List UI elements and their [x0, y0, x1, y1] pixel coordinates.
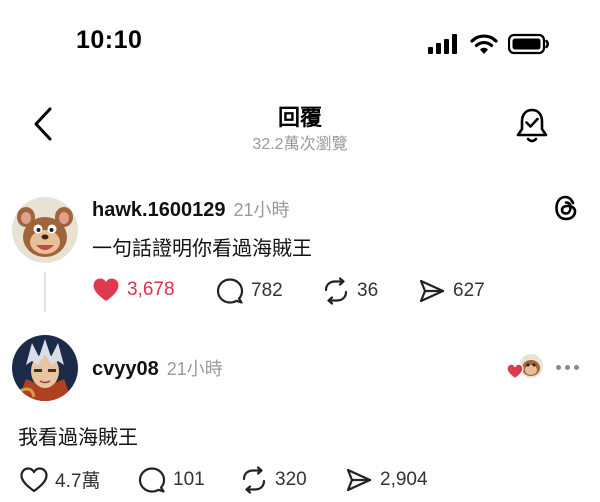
- status-icons: [428, 33, 550, 55]
- post-like-button[interactable]: 3,678: [92, 277, 175, 303]
- page-title: 回覆: [277, 105, 322, 130]
- reply-time: 21小時: [166, 359, 223, 379]
- avatar-image: [12, 197, 78, 263]
- author-liked-indicator: [506, 353, 544, 381]
- comment-icon: [138, 467, 166, 493]
- more-options-button[interactable]: [556, 365, 579, 370]
- heart-filled-icon: [506, 363, 524, 380]
- dot: [574, 365, 579, 370]
- dot: [565, 365, 570, 370]
- post-repost-count: 36: [357, 280, 379, 301]
- heart-icon: [20, 466, 48, 492]
- dot: [556, 365, 561, 370]
- reply-like-button[interactable]: 4.7萬: [20, 466, 100, 493]
- heart-filled-icon: [93, 278, 119, 301]
- reply-like-count: 4.7萬: [55, 471, 101, 492]
- wifi-icon: [470, 34, 498, 54]
- post-like-count: 3,678: [127, 279, 175, 300]
- post-username[interactable]: hawk.1600129: [92, 199, 225, 222]
- reply-comment-count: 101: [173, 469, 205, 490]
- post-share-count: 627: [453, 280, 485, 301]
- avatar-hawk[interactable]: [12, 197, 78, 263]
- reply-username[interactable]: cvyy08: [92, 358, 159, 381]
- reply-repost-button[interactable]: 320: [240, 466, 307, 494]
- comment-icon: [216, 278, 244, 304]
- thread-connector: [44, 272, 46, 312]
- reply-body: 我看過海賊王: [18, 427, 138, 449]
- post-header: hawk.1600129 21小時: [92, 196, 289, 222]
- post-repost-button[interactable]: 36: [322, 277, 378, 305]
- notification-button[interactable]: [514, 105, 550, 145]
- send-icon: [346, 468, 372, 492]
- send-icon: [419, 279, 445, 303]
- battery-icon: [508, 33, 549, 55]
- reply-header: cvyy08 21小時: [92, 355, 223, 381]
- signal-icon: [428, 34, 457, 54]
- view-count: 32.2萬次瀏覽: [252, 136, 348, 153]
- reply-share-button[interactable]: 2,904: [345, 466, 428, 494]
- repost-icon: [242, 466, 266, 494]
- post-share-button[interactable]: 627: [418, 277, 485, 305]
- reply-comment-button[interactable]: 101: [138, 466, 205, 494]
- status-time: 10:10: [76, 26, 143, 54]
- threads-logo-button[interactable]: [553, 194, 579, 222]
- post-comment-button[interactable]: 782: [216, 277, 283, 305]
- post-body: 一句話證明你看過海賊王: [92, 238, 312, 260]
- avatar-cvyy08[interactable]: [12, 335, 78, 401]
- post-comment-count: 782: [251, 280, 283, 301]
- bell-check-icon: [516, 108, 548, 143]
- post-time: 21小時: [233, 200, 290, 220]
- reply-repost-count: 320: [275, 469, 307, 490]
- repost-icon: [324, 277, 348, 305]
- avatar-image: [12, 335, 78, 401]
- reply-share-count: 2,904: [380, 469, 428, 490]
- threads-icon: [555, 195, 577, 221]
